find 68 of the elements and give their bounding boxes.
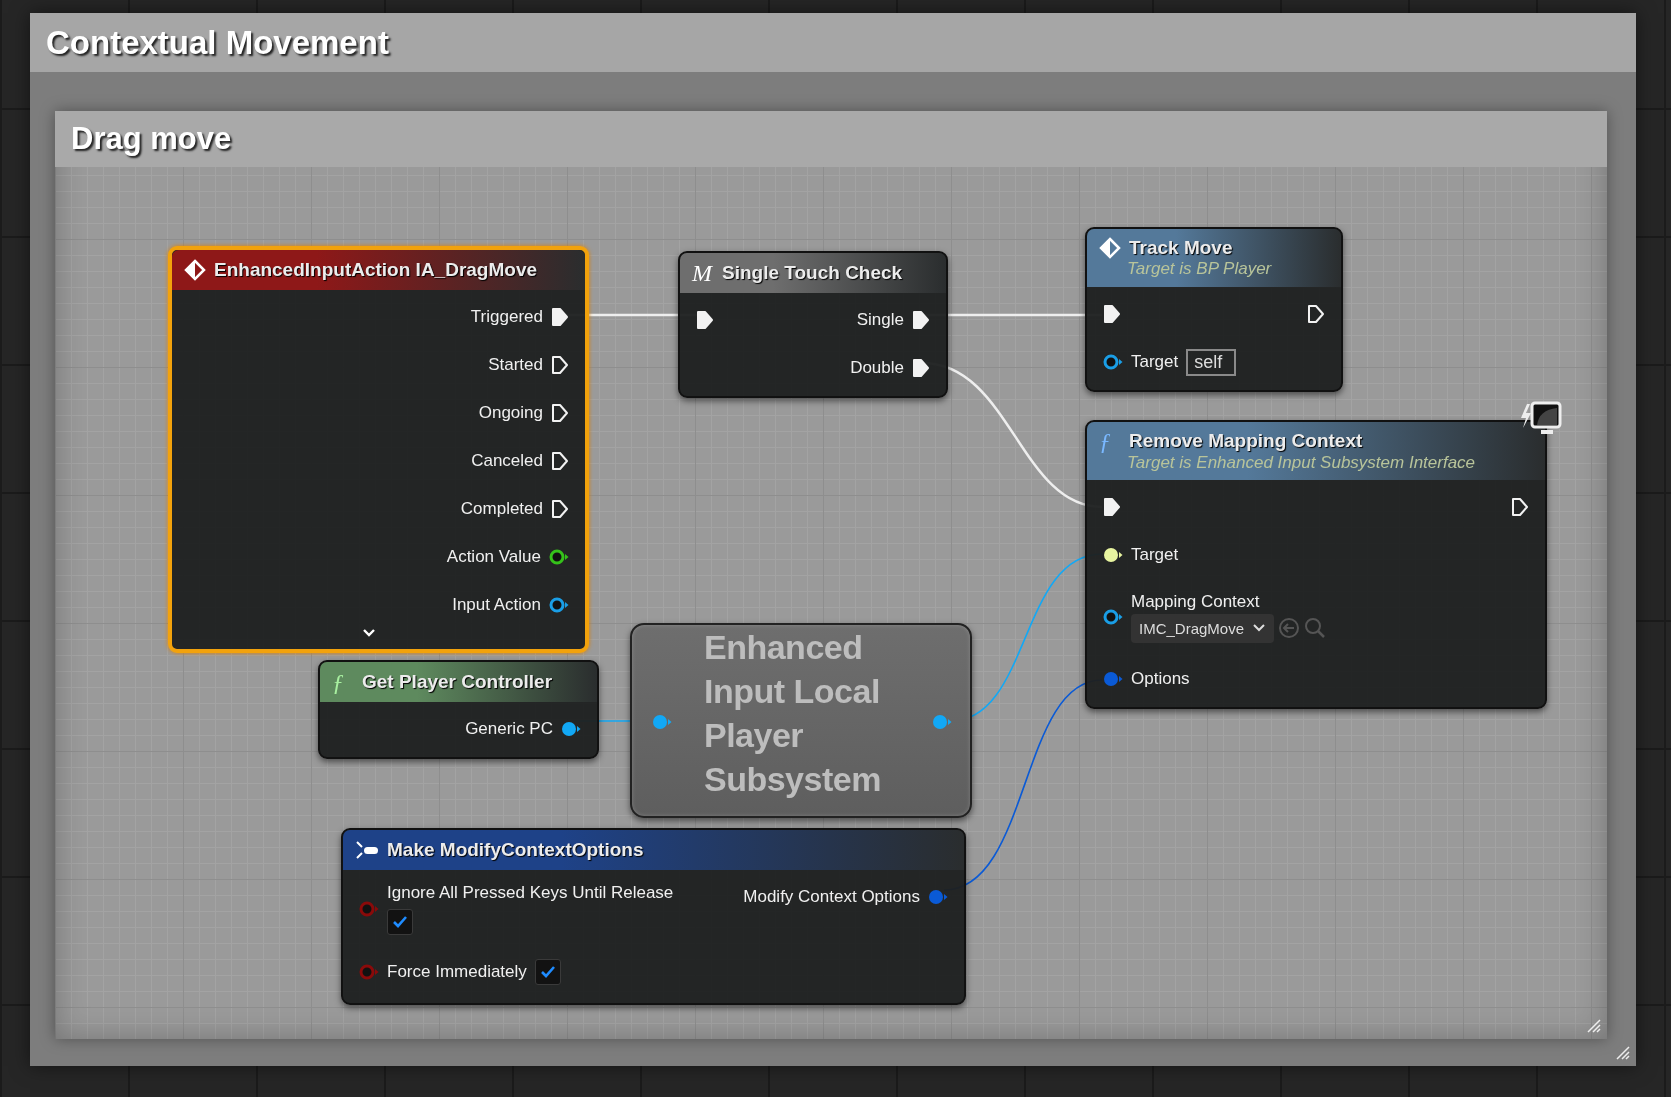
chevron-down-icon[interactable] — [360, 627, 377, 639]
exec-pin-icon[interactable] — [1511, 497, 1529, 517]
graph-node[interactable]: ƒ Get Player Controller Generic PC — [318, 660, 599, 759]
asset-dropdown[interactable]: IMC_DragMove — [1131, 613, 1275, 643]
exec-pin-icon[interactable] — [1307, 304, 1325, 324]
pin-label: Triggered — [470, 307, 543, 327]
function-icon: ƒ — [332, 670, 354, 694]
node-subtitle: Target is Enhanced Input Subsystem Interface — [1126, 453, 1477, 473]
pin-label: Modify Context Options — [743, 887, 920, 907]
resize-handle-icon[interactable] — [1614, 1044, 1630, 1060]
exec-pin-icon[interactable] — [1103, 497, 1121, 517]
graph-node[interactable]: M Single Touch Check Single Double — [678, 251, 948, 398]
node-title: Make ModifyContextOptions — [387, 839, 644, 861]
exec-pin-icon[interactable] — [551, 499, 569, 519]
pin-label: Double — [850, 358, 904, 378]
caret-icon — [1252, 623, 1267, 633]
struct-icon — [355, 840, 379, 860]
node-title: Get Player Controller — [362, 671, 553, 693]
graph-node[interactable]: EnhancedInputAction IA_DragMove Triggered Started Ongoing Canceled Completed Action Value Input Action — [168, 246, 589, 653]
data-pin-icon[interactable] — [561, 720, 581, 738]
node-title: EnhancedInputAction IA_DragMove — [214, 259, 538, 281]
data-pin-icon[interactable] — [549, 596, 569, 614]
data-pin-icon[interactable] — [549, 548, 569, 566]
node-title: Single Touch Check — [722, 262, 903, 284]
exec-pin-icon[interactable] — [912, 358, 930, 378]
pin-label: Canceled — [471, 451, 543, 471]
pin-label: Target — [1131, 352, 1179, 372]
function-icon: ƒ — [1099, 429, 1121, 453]
pin-label: Single — [856, 310, 904, 330]
node-subtitle: Target is BP Player — [1126, 259, 1273, 279]
exec-pin-icon[interactable] — [696, 310, 714, 330]
exec-pin-icon[interactable] — [551, 307, 569, 327]
exec-pin-icon[interactable] — [551, 355, 569, 375]
exec-pin-icon[interactable] — [551, 403, 569, 423]
pin-label: Ongoing — [478, 403, 543, 423]
exec-pin-icon[interactable] — [551, 451, 569, 471]
macro-icon: M — [692, 261, 714, 285]
pin-label: Mapping Context — [1131, 591, 1261, 612]
pin-label: Force Immediately — [387, 962, 527, 982]
node-title: Remove Mapping Context — [1129, 430, 1363, 452]
default-value-field[interactable]: self — [1186, 348, 1237, 376]
checkbox[interactable] — [387, 909, 413, 935]
pin-label: Action Value — [446, 547, 541, 567]
graph-node[interactable]: Track Move Target is BP Player Target self — [1085, 227, 1343, 392]
event-icon — [1099, 237, 1121, 259]
graph-node[interactable]: ƒ Remove Mapping Context Target is Enhanced Input Subsystem Interface Target Mapping Context IMC_DragMove Options — [1085, 420, 1547, 709]
checkmark-icon — [539, 965, 556, 979]
graph-node[interactable]: Make ModifyContextOptions Ignore All Pressed Keys Until Release Force Immediately Modify Context Options — [341, 828, 966, 1005]
checkbox[interactable] — [534, 959, 561, 985]
pin-label: Completed — [460, 499, 543, 519]
pin-label: Ignore All Pressed Keys Until Release — [387, 883, 674, 903]
data-pin-icon[interactable] — [1103, 546, 1123, 564]
data-pin-icon[interactable] — [1103, 608, 1123, 626]
pin-label: Generic PC — [465, 719, 553, 739]
resize-handle-icon[interactable] — [1585, 1017, 1601, 1033]
pin-label: Options — [1131, 669, 1190, 689]
comment-title: Drag move — [55, 111, 1607, 167]
event-icon — [184, 259, 206, 281]
exec-pin-icon[interactable] — [1103, 304, 1121, 324]
exec-pin-icon[interactable] — [912, 310, 930, 330]
node-title: Track Move — [1129, 237, 1233, 259]
pin-label: Started — [488, 355, 543, 375]
pin-label: Input Action — [452, 595, 541, 615]
comment-title: Contextual Movement — [30, 13, 1636, 72]
data-pin-icon[interactable] — [1103, 353, 1123, 371]
node-title: Enhanced Input Local Player Subsystem — [704, 627, 882, 800]
checkmark-icon — [392, 915, 408, 929]
pin-label: Target — [1131, 545, 1179, 565]
